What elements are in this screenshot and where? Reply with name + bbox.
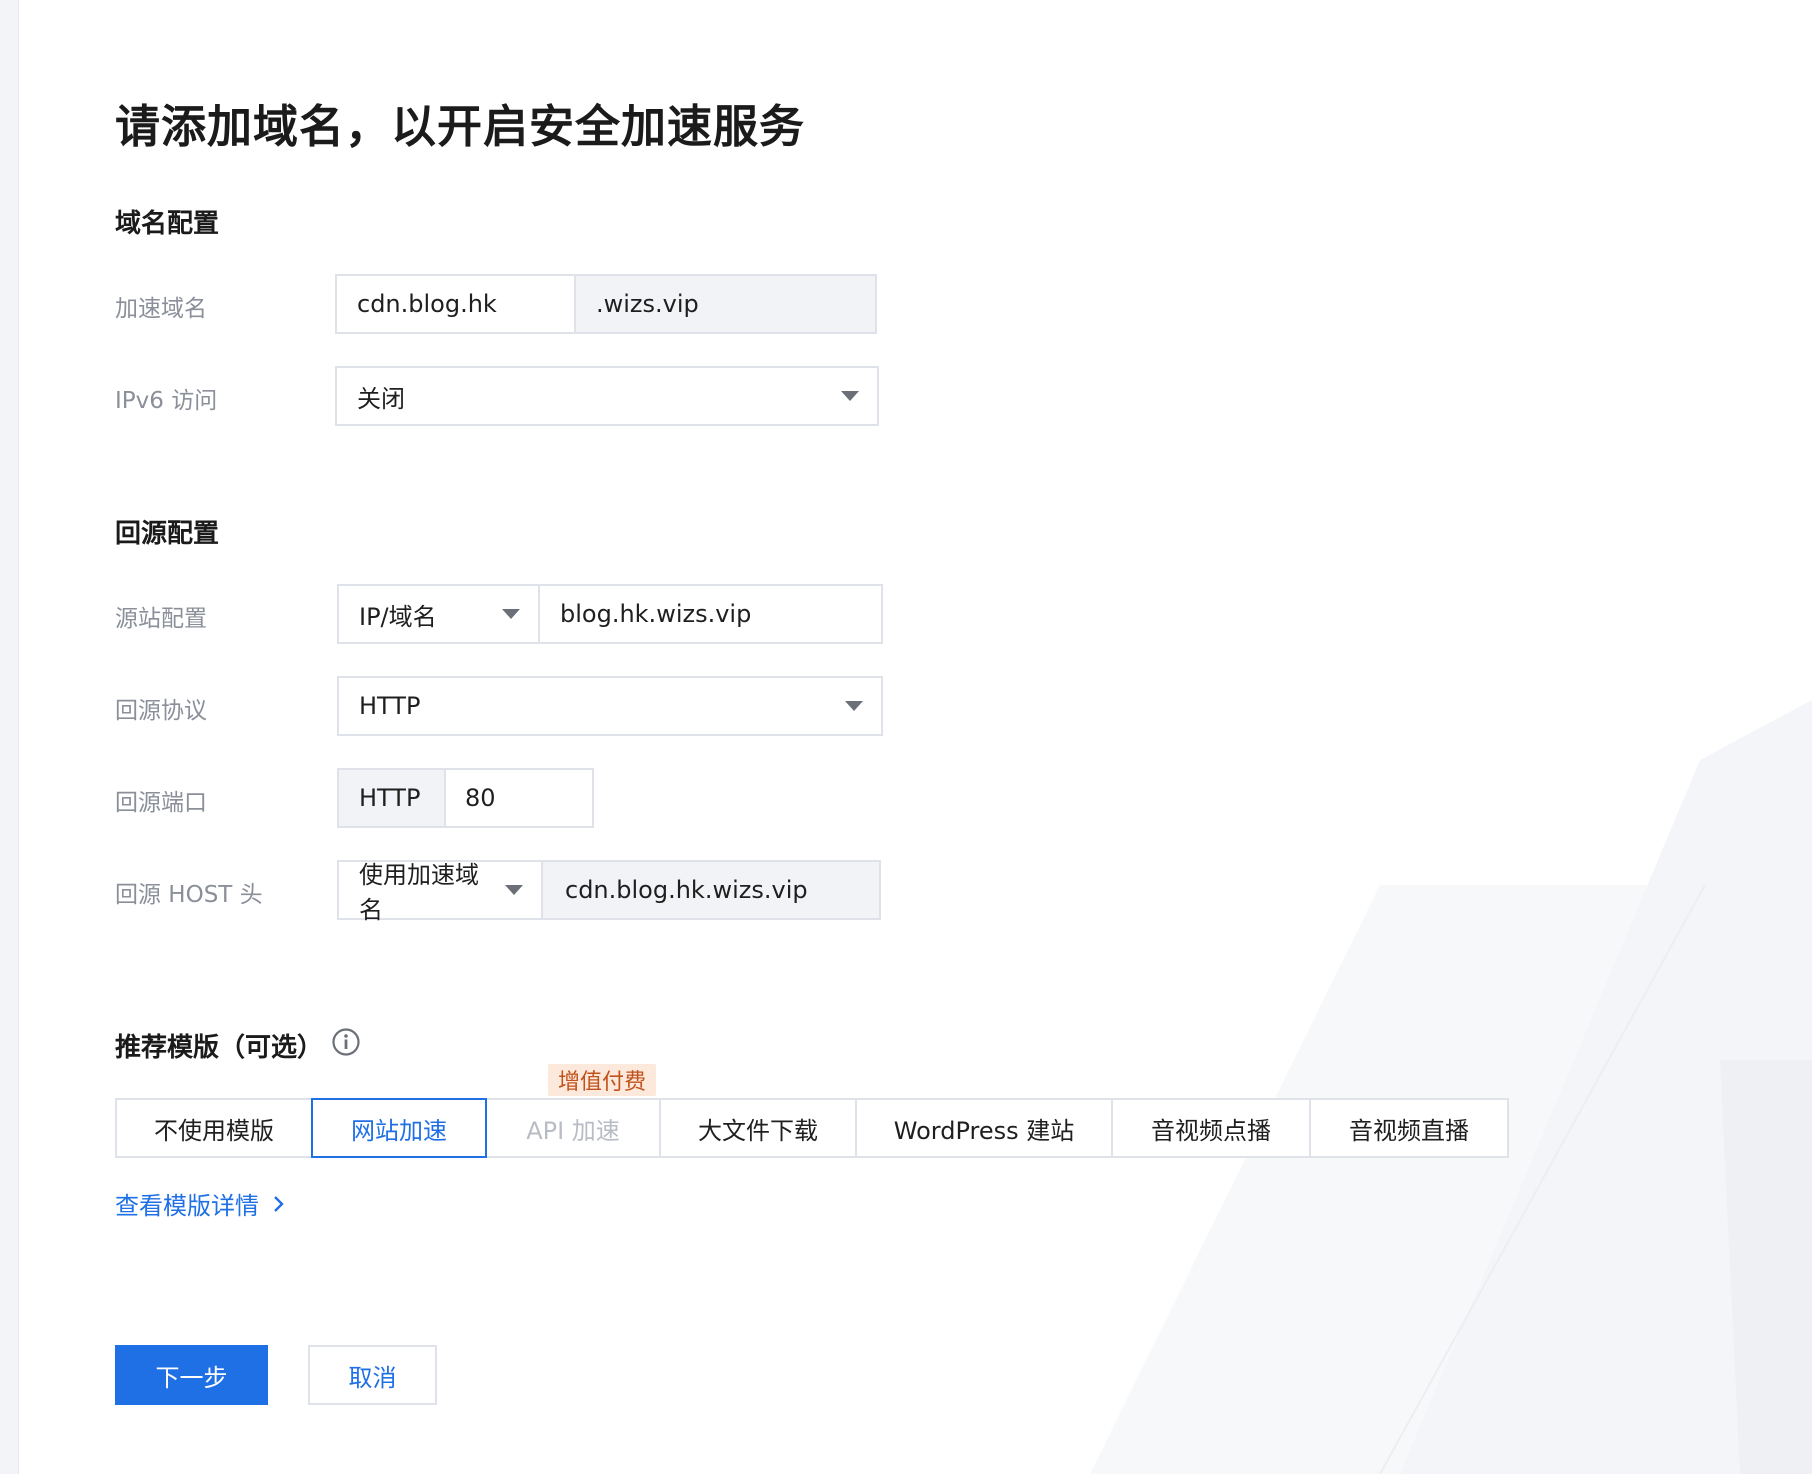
origin-address-input[interactable]: blog.hk.wizs.vip: [538, 584, 883, 644]
chevron-down-icon: [845, 701, 863, 711]
template-details-link-text: 查看模版详情: [115, 1192, 259, 1220]
origin-type-selected-value: IP/域名: [359, 602, 437, 631]
template-option-api-accel: API 加速: [485, 1098, 661, 1158]
label-ipv6: IPv6 访问: [115, 388, 218, 414]
template-details-link[interactable]: 查看模版详情: [115, 1186, 285, 1221]
accel-domain-suffix-value: .wizs.vip: [596, 290, 699, 318]
accel-domain-prefix-input[interactable]: cdn.blog.hk: [335, 274, 576, 334]
origin-type-select[interactable]: IP/域名: [337, 584, 540, 644]
origin-protocol-select[interactable]: HTTP: [337, 676, 883, 736]
ipv6-select[interactable]: 关闭: [335, 366, 879, 426]
origin-port-protocol-text: HTTP: [359, 784, 421, 812]
template-selector: 不使用模版 网站加速 API 加速 大文件下载 WordPress 建站 音视频…: [115, 1098, 1509, 1158]
label-origin-port: 回源端口: [115, 790, 207, 816]
origin-host-value: cdn.blog.hk.wizs.vip: [565, 876, 808, 904]
value-added-badge: 增值付费: [548, 1064, 657, 1096]
ipv6-selected-value: 关闭: [357, 384, 405, 413]
origin-host-value-field: cdn.blog.hk.wizs.vip: [541, 860, 881, 920]
template-option-wordpress[interactable]: WordPress 建站: [855, 1098, 1113, 1158]
info-icon[interactable]: [331, 1027, 361, 1057]
chevron-down-icon: [505, 885, 523, 895]
template-option-vod[interactable]: 音视频点播: [1111, 1098, 1311, 1158]
label-origin-host: 回源 HOST 头: [115, 882, 263, 908]
add-domain-page: 请添加域名，以开启安全加速服务 域名配置 加速域名 cdn.blog.hk .w…: [0, 0, 1812, 1474]
origin-port-input[interactable]: 80: [444, 768, 594, 828]
label-origin-protocol: 回源协议: [115, 698, 207, 724]
accel-domain-prefix-value: cdn.blog.hk: [357, 290, 497, 318]
template-option-website-accel[interactable]: 网站加速: [311, 1098, 487, 1158]
template-option-live[interactable]: 音视频直播: [1309, 1098, 1509, 1158]
template-option-none[interactable]: 不使用模版: [115, 1098, 313, 1158]
origin-port-protocol-tag: HTTP: [337, 768, 446, 828]
origin-host-mode-selected-value: 使用加速域名: [359, 861, 479, 924]
origin-port-value: 80: [465, 784, 496, 812]
page-title: 请添加域名，以开启安全加速服务: [115, 100, 806, 153]
origin-address-value: blog.hk.wizs.vip: [560, 600, 752, 628]
chevron-right-icon: [274, 1195, 284, 1212]
origin-host-mode-select[interactable]: 使用加速域名: [337, 860, 543, 924]
chevron-down-icon: [502, 609, 520, 619]
origin-protocol-selected-value: HTTP: [359, 692, 421, 720]
label-accel-domain: 加速域名: [115, 296, 207, 322]
section-title-domain-config: 域名配置: [115, 209, 220, 239]
template-option-large-file[interactable]: 大文件下载: [659, 1098, 857, 1158]
cancel-button[interactable]: 取消: [308, 1345, 437, 1405]
label-origin-site: 源站配置: [115, 606, 207, 632]
next-step-button[interactable]: 下一步: [115, 1345, 268, 1405]
section-title-templates: 推荐模版（可选）: [115, 1033, 324, 1063]
accel-domain-suffix: .wizs.vip: [574, 274, 877, 334]
section-title-origin-config: 回源配置: [115, 519, 220, 549]
chevron-down-icon: [841, 391, 859, 401]
